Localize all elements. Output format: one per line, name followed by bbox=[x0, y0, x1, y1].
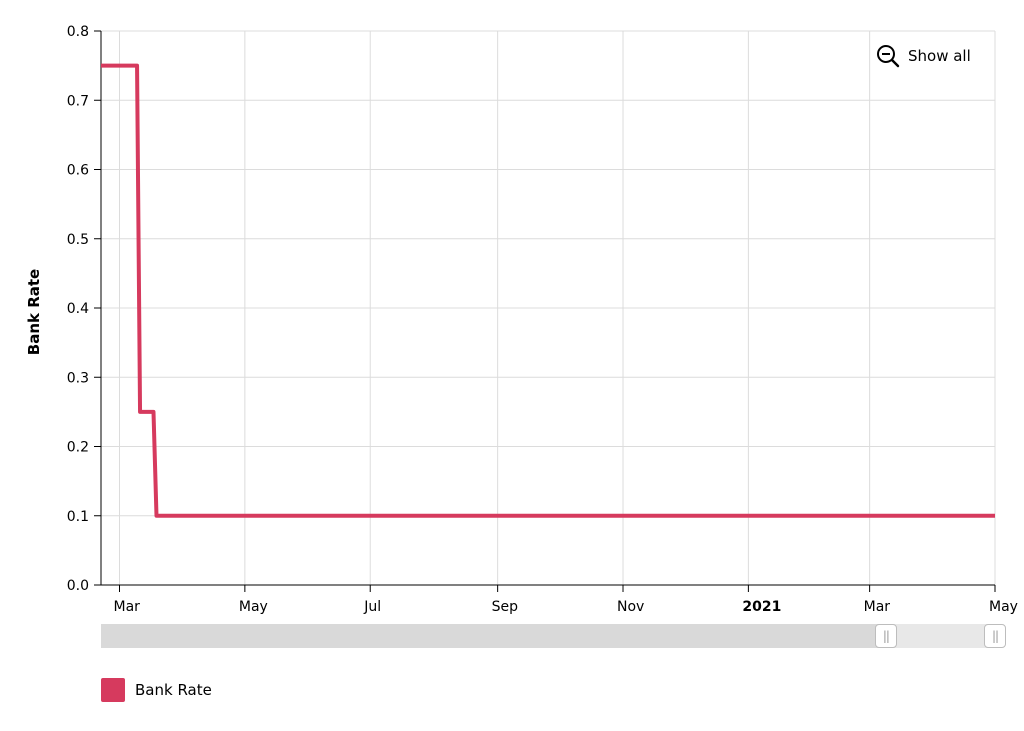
range-scrollbar[interactable]: || || bbox=[101, 624, 1006, 648]
x-tick-label: 2021 bbox=[742, 599, 781, 615]
legend-swatch bbox=[101, 678, 125, 702]
y-tick-label: 0.3 bbox=[67, 370, 89, 386]
y-axis-label: Bank Rate bbox=[25, 269, 43, 355]
y-tick-label: 0.6 bbox=[67, 163, 89, 179]
x-tick-label: Sep bbox=[492, 599, 519, 615]
scrollbar-thumb[interactable] bbox=[885, 624, 995, 648]
x-tick-label: Nov bbox=[617, 599, 644, 615]
series-line-bank-rate[interactable] bbox=[101, 63, 995, 518]
chart: 0.0 0.1 0.2 0.3 0.4 0.5 0.6 0.7 0.8 Mar May Jul Sep N… bbox=[25, 24, 1018, 615]
grid bbox=[101, 30, 996, 586]
y-tick-label: 0.1 bbox=[67, 509, 89, 525]
legend-label: Bank Rate bbox=[135, 681, 212, 699]
x-tick-label: Jul bbox=[363, 599, 381, 615]
y-tick-label: 0.2 bbox=[67, 440, 89, 456]
x-tick-label: Mar bbox=[113, 599, 140, 615]
show-all-label: Show all bbox=[908, 47, 971, 65]
legend[interactable]: Bank Rate bbox=[101, 678, 212, 702]
scrollbar-end-grip[interactable]: || bbox=[984, 624, 1006, 648]
y-tick-label: 0.5 bbox=[67, 232, 89, 248]
zoom-out-icon bbox=[877, 45, 900, 68]
scrollbar-start-grip[interactable]: || bbox=[874, 624, 897, 648]
y-tick-label: 0.7 bbox=[67, 93, 89, 109]
y-tick-label: 0.8 bbox=[67, 24, 89, 40]
y-tick-label: 0.0 bbox=[67, 578, 89, 594]
y-tick-label: 0.4 bbox=[67, 301, 89, 317]
show-all-button[interactable]: Show all bbox=[876, 44, 971, 68]
x-tick-label: May bbox=[989, 599, 1018, 615]
x-tick-label: May bbox=[239, 599, 268, 615]
x-tick-label: Mar bbox=[864, 599, 891, 615]
series-layer bbox=[101, 63, 995, 518]
axes: 0.0 0.1 0.2 0.3 0.4 0.5 0.6 0.7 0.8 Mar May Jul Sep N… bbox=[67, 24, 1018, 615]
